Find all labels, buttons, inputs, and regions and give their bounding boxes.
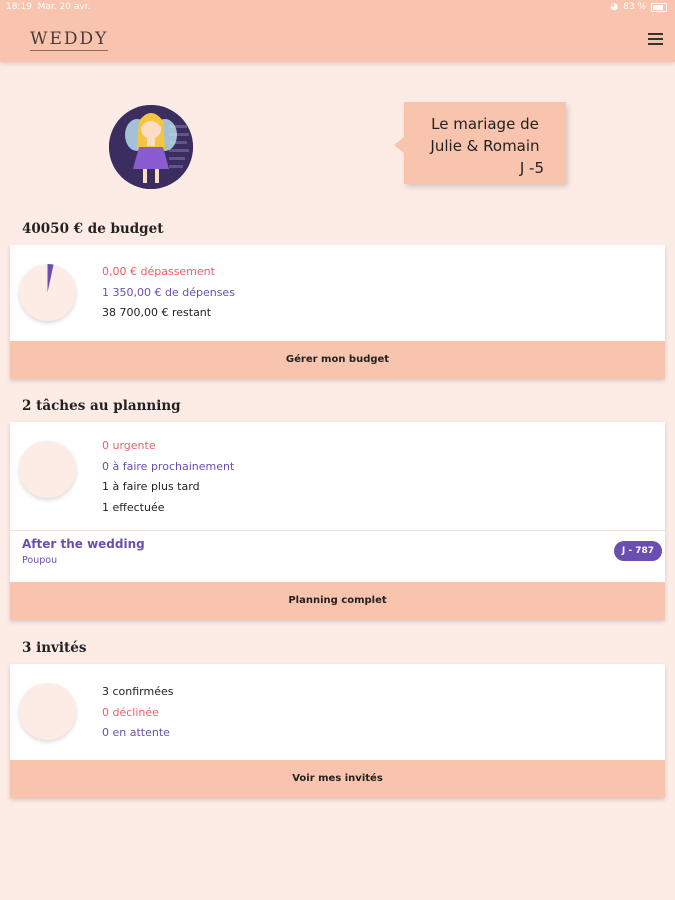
tasks-later: 1 à faire plus tard [102, 480, 200, 493]
guests-confirmed: 3 confirmées [102, 685, 174, 698]
budget-overrun: 0,00 € dépassement [102, 265, 215, 278]
budget-section-title: 40050 € de budget [22, 221, 164, 237]
fairy-illustration-icon [109, 105, 193, 189]
tasks-urgent: 0 urgente [102, 439, 156, 452]
task-list-item[interactable]: After the wedding Poupou J - 787 [10, 530, 665, 585]
budget-remaining: 38 700,00 € restant [102, 306, 212, 319]
budget-card: 0,00 € dépassement 1 350,00 € de dépense… [10, 245, 665, 379]
battery-icon [651, 2, 667, 12]
guests-pending: 0 en attente [102, 726, 170, 739]
wedding-callout: Le mariage de Julie & Romain J -5 [394, 102, 566, 184]
planning-card: 0 urgente 0 à faire prochainement 1 à fa… [10, 422, 665, 620]
budget-donut-chart [19, 264, 76, 321]
wedding-title: Le mariage de Julie & Romain [404, 113, 566, 157]
view-guests-button[interactable]: Voir mes invités [10, 760, 665, 798]
guests-declined: 0 déclinée [102, 706, 159, 719]
full-planning-button[interactable]: Planning complet [10, 582, 665, 620]
weddy-logo[interactable]: WEDDY [30, 29, 109, 51]
avatar [109, 105, 193, 189]
manage-budget-button[interactable]: Gérer mon budget [10, 341, 665, 379]
planning-section-title: 2 tâches au planning [22, 398, 181, 414]
budget-spent-slice [47, 264, 54, 293]
budget-expenses: 1 350,00 € de dépenses [102, 286, 235, 299]
wedding-title-line1: Le mariage de [431, 115, 539, 133]
planning-donut-chart [19, 441, 76, 498]
guests-card: 3 confirmées 0 déclinée 0 en attente Voi… [10, 664, 665, 798]
guests-donut-chart [19, 683, 76, 740]
wedding-title-line2: Julie & Romain [430, 137, 540, 155]
task-name: After the wedding [22, 537, 145, 551]
tasks-soon: 0 à faire prochainement [102, 460, 235, 473]
budget-donut-svg [47, 264, 54, 293]
guests-section-title: 3 invités [22, 640, 87, 656]
wifi-icon: ◕ [610, 2, 619, 12]
hamburger-menu-icon[interactable] [648, 33, 663, 45]
status-clock: 18:19 [6, 2, 32, 12]
task-due-badge: J - 787 [614, 541, 662, 561]
wedding-countdown: J -5 [519, 159, 544, 177]
battery-level: 83 % [623, 2, 646, 12]
status-indicators: ◕ 83 % [610, 2, 667, 12]
status-time: 18:19 Mar. 20 avr. [6, 2, 90, 12]
tasks-done: 1 effectuée [102, 501, 165, 514]
app-header: 18:19 Mar. 20 avr. ◕ 83 % WEDDY [0, 0, 675, 62]
task-assignee: Poupou [22, 555, 58, 566]
status-date: Mar. 20 avr. [37, 2, 91, 12]
